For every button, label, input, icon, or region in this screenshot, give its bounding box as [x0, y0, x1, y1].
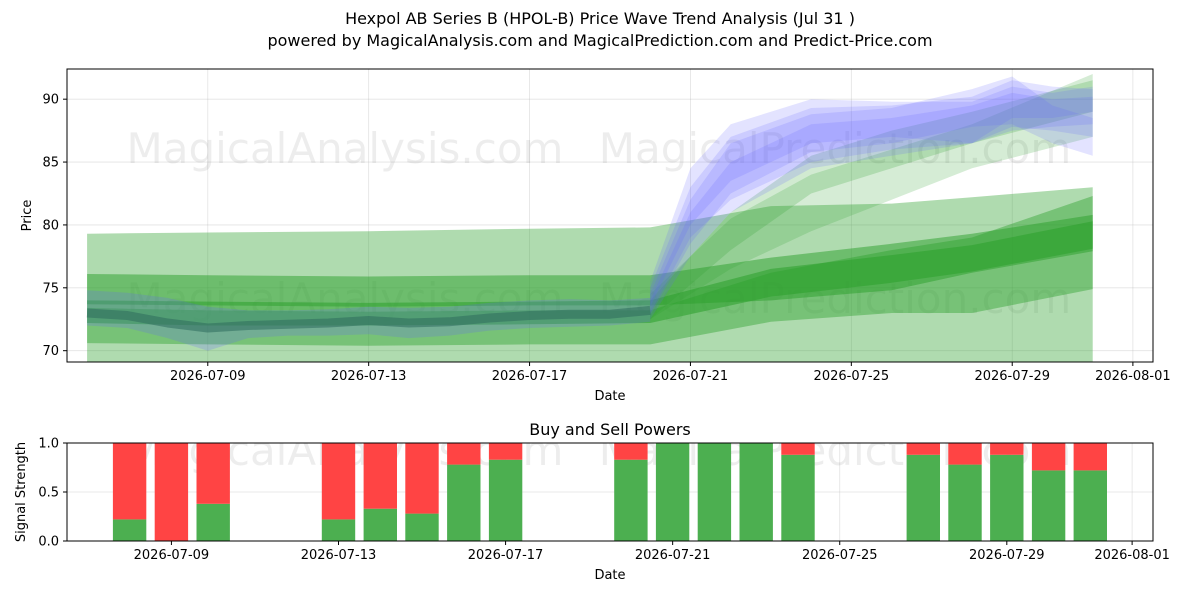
- buy-bar-12: [781, 454, 815, 541]
- price-ytick-label-4: 90: [42, 93, 59, 108]
- power-xtick-label-4: 2026-07-25: [802, 548, 878, 563]
- power-ytick-label-0: 0.0: [38, 535, 59, 550]
- price-xtick-label-6: 2026-08-01: [1095, 369, 1171, 384]
- buy-bar-4: [363, 508, 397, 541]
- power-xtick-label-2: 2026-07-17: [468, 548, 544, 563]
- sell-bar-6: [447, 443, 481, 465]
- sell-bar-7: [488, 443, 523, 460]
- power-xtick-label-0: 2026-07-09: [134, 548, 210, 563]
- price-ytick-label-3: 85: [42, 156, 59, 171]
- price-ytick-label-0: 70: [42, 344, 59, 359]
- power-ylabel: Signal Strength: [14, 442, 29, 542]
- price-xlabel: Date: [594, 389, 625, 404]
- buy-bar-13: [906, 454, 940, 541]
- sell-bar-0: [112, 443, 147, 520]
- power-title: Buy and Sell Powers: [529, 420, 691, 439]
- watermark-0: MagicalAnalysis.com: [127, 124, 564, 173]
- price-xtick-label-2: 2026-07-17: [492, 369, 568, 384]
- sell-bar-2: [196, 443, 230, 504]
- power-ytick-label-2: 1.0: [38, 437, 59, 452]
- price-xtick-label-0: 2026-07-09: [170, 369, 246, 384]
- sell-bar-17: [1073, 443, 1107, 471]
- power-xtick-label-1: 2026-07-13: [301, 548, 377, 563]
- power-ytick-label-1: 0.5: [38, 486, 59, 501]
- sell-bar-8: [614, 443, 648, 460]
- buy-bar-8: [614, 459, 648, 541]
- price-ytick-label-1: 75: [42, 281, 59, 296]
- power-xtick-label-6: 2026-08-01: [1094, 548, 1170, 563]
- price-xtick-label-5: 2026-07-29: [974, 369, 1050, 384]
- buy-bar-7: [488, 459, 523, 541]
- buy-bar-16: [1031, 470, 1066, 541]
- buy-bar-9: [655, 443, 690, 541]
- buy-bar-15: [990, 454, 1024, 541]
- buy-bar-10: [697, 443, 732, 541]
- buy-bar-6: [447, 464, 481, 541]
- sell-bar-3: [321, 443, 356, 520]
- buy-bar-2: [196, 503, 230, 541]
- sell-bar-15: [990, 443, 1024, 455]
- power-xlabel: Date: [594, 568, 625, 583]
- price-xtick-label-1: 2026-07-13: [331, 369, 407, 384]
- power-xtick-label-3: 2026-07-21: [635, 548, 711, 563]
- sell-bar-4: [363, 443, 397, 509]
- sell-bar-12: [781, 443, 815, 455]
- buy-bar-3: [321, 519, 356, 541]
- sell-bar-14: [948, 443, 982, 465]
- power-xtick-label-5: 2026-07-29: [969, 548, 1045, 563]
- sell-bar-16: [1031, 443, 1066, 471]
- sell-bar-5: [405, 443, 439, 514]
- buy-bar-17: [1073, 470, 1107, 541]
- price-ytick-label-2: 80: [42, 218, 59, 233]
- buy-bar-5: [405, 513, 439, 541]
- price-xtick-label-4: 2026-07-25: [814, 369, 890, 384]
- price-ylabel: Price: [20, 200, 35, 232]
- buy-bar-11: [739, 443, 773, 541]
- buy-bar-0: [112, 519, 147, 541]
- sell-bar-13: [906, 443, 940, 455]
- price-xtick-label-3: 2026-07-21: [653, 369, 729, 384]
- buy-bar-14: [948, 464, 982, 541]
- figure: MagicalAnalysis.com MagicalPrediction.com…: [14, 68, 1171, 583]
- sell-bar-1: [154, 443, 189, 541]
